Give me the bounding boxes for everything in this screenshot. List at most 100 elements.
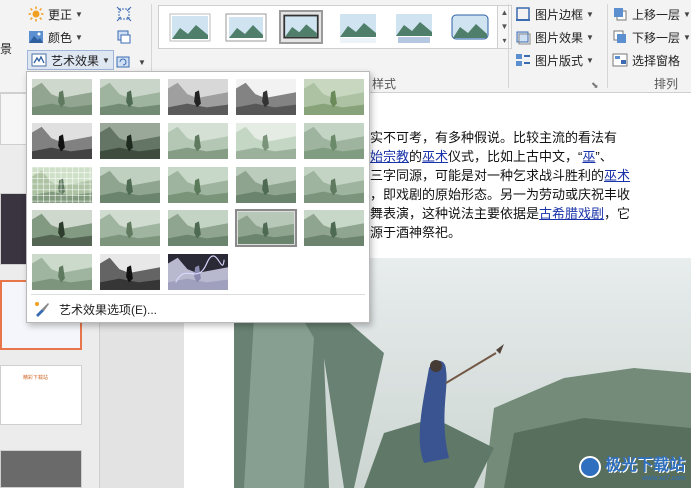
art-effect-preview <box>100 79 160 115</box>
art-effect-icon <box>31 52 47 68</box>
art-effect-thumb[interactable] <box>167 209 229 247</box>
art-effect-thumb[interactable] <box>167 253 229 291</box>
art-effect-thumb[interactable] <box>31 209 93 247</box>
picture-styles-gallery[interactable] <box>158 5 498 49</box>
slide-thumb[interactable]: 精彩下载站 <box>0 365 82 425</box>
art-effect-thumb[interactable] <box>303 166 365 204</box>
gallery-scroll[interactable]: ▲ ▼ ▾ <box>498 5 512 49</box>
art-effect-preview <box>168 210 228 246</box>
art-effect-thumb[interactable] <box>167 122 229 160</box>
art-effect-preview <box>32 254 92 290</box>
link[interactable]: 巫术 <box>604 168 630 183</box>
reset-picture-button[interactable]: ▼ <box>115 52 146 72</box>
chevron-down-icon: ▼ <box>75 32 83 42</box>
art-effect-thumb[interactable] <box>167 78 229 116</box>
watermark-logo-icon <box>578 455 601 478</box>
sun-icon <box>28 6 44 22</box>
art-effect-thumb[interactable] <box>99 78 161 116</box>
styles-group-label: 样式 <box>372 77 397 91</box>
picture-style-thumb[interactable] <box>447 10 491 44</box>
selection-pane-button[interactable]: 选择窗格 <box>612 50 680 70</box>
link[interactable]: 巫 <box>582 149 595 164</box>
picture-style-thumb[interactable] <box>223 10 267 44</box>
art-effect-options-item[interactable]: 艺术效果选项(E)... <box>33 298 157 320</box>
picture-border-button[interactable]: 图片边框 ▼ <box>515 4 594 24</box>
picture-effect-button[interactable]: 图片效果 ▼ <box>515 27 594 47</box>
send-backward-button[interactable]: 下移一层 ▼ <box>612 27 691 47</box>
art-effect-preview <box>236 123 296 159</box>
art-effect-options-label: 艺术效果选项(E)... <box>59 302 157 317</box>
text-run: ，它 <box>604 206 631 221</box>
selection-pane-icon <box>612 52 628 68</box>
color-button[interactable]: 颜色 ▼ <box>28 27 83 47</box>
dialog-launcher-icon[interactable]: ⬊ <box>591 80 599 91</box>
dropdown-separator <box>31 294 365 295</box>
art-effect-thumb[interactable] <box>235 78 297 116</box>
picture-border-label: 图片边框 <box>535 7 584 22</box>
art-effect-thumb[interactable] <box>303 122 365 160</box>
picture-effect-icon <box>515 29 531 45</box>
art-effect-thumb-selected[interactable] <box>235 209 297 247</box>
selection-pane-label: 选择窗格 <box>632 53 681 68</box>
link[interactable]: 古希腊戏剧 <box>539 206 604 221</box>
correct-button[interactable]: 更正 ▼ <box>28 4 83 24</box>
chevron-down-icon: ▼ <box>586 55 594 65</box>
art-effect-preview <box>100 167 160 203</box>
text-line: 舞表演，这种说法主要依据是古希腊戏剧，它 <box>370 204 630 223</box>
art-effect-thumb[interactable] <box>31 253 93 291</box>
text-run: 仪式，比如上古中文，“ <box>448 149 583 164</box>
watermark-text: 极光下载站 <box>604 457 685 474</box>
art-effect-preview <box>168 79 228 115</box>
text-line: 三字同源，可能是对一种乞求战斗胜利的巫术 <box>370 166 630 185</box>
ribbon-divider <box>508 4 509 88</box>
art-effect-preview <box>32 123 92 159</box>
art-effect-thumb[interactable] <box>235 122 297 160</box>
ribbon-divider <box>607 4 608 88</box>
art-effect-thumb[interactable] <box>31 78 93 116</box>
send-backward-label: 下移一层 <box>632 30 681 45</box>
art-effect-preview <box>168 167 228 203</box>
reset-picture-icon <box>115 54 131 70</box>
art-effect-preview <box>238 212 294 244</box>
watermark-sub: www.xz7.com <box>642 475 685 482</box>
text-run: 实不可考，有多种假说。比较主流的看法有 <box>370 130 618 145</box>
art-effects-dropdown: 艺术效果选项(E)... <box>26 71 370 323</box>
art-effect-thumb[interactable] <box>303 78 365 116</box>
chevron-down-icon: ▼ <box>683 9 691 19</box>
text-run: 的 <box>409 149 423 164</box>
bring-forward-button[interactable]: 上移一层 ▼ <box>612 4 691 24</box>
art-effect-thumb[interactable] <box>235 166 297 204</box>
art-effect-thumb[interactable] <box>99 122 161 160</box>
art-effect-thumb[interactable] <box>99 253 161 291</box>
text-run: 舞表演，这种说法主要依据是 <box>370 206 540 221</box>
link[interactable]: 始宗教 <box>370 149 409 164</box>
picture-border-icon <box>515 6 531 22</box>
change-picture-icon[interactable] <box>116 29 132 45</box>
art-effect-preview <box>32 210 92 246</box>
art-effect-thumb[interactable] <box>303 209 365 247</box>
art-effect-thumb[interactable] <box>31 122 93 160</box>
art-effect-preview <box>304 79 364 115</box>
art-effect-preview <box>100 123 160 159</box>
art-effect-thumb[interactable] <box>99 166 161 204</box>
art-effect-preview <box>236 79 296 115</box>
art-effect-thumb[interactable] <box>167 166 229 204</box>
picture-style-thumb[interactable] <box>335 10 379 44</box>
picture-layout-button[interactable]: 图片版式 ▼ <box>515 50 594 70</box>
text-run: 三字同源，可能是对一种乞求战斗胜利的 <box>370 168 605 183</box>
picture-style-thumb[interactable] <box>167 10 211 44</box>
picture-style-thumb-selected[interactable] <box>279 10 323 44</box>
chevron-down-icon: ▼ <box>586 9 594 19</box>
art-effect-thumb[interactable] <box>99 209 161 247</box>
picture-layout-icon <box>515 52 531 68</box>
art-effect-button[interactable]: 艺术效果 ▼ <box>27 50 114 70</box>
art-effect-preview <box>236 167 296 203</box>
picture-style-thumb[interactable] <box>391 10 435 44</box>
compress-picture-icon[interactable] <box>116 6 132 22</box>
chevron-down-icon: ▼ <box>102 55 110 65</box>
art-effect-thumb[interactable] <box>31 166 93 204</box>
art-effect-preview <box>32 167 92 203</box>
slide-thumb[interactable] <box>0 450 82 488</box>
text-line: 始宗教的巫术仪式，比如上古中文，“巫”、 <box>370 147 613 166</box>
link[interactable]: 巫术 <box>422 149 448 164</box>
